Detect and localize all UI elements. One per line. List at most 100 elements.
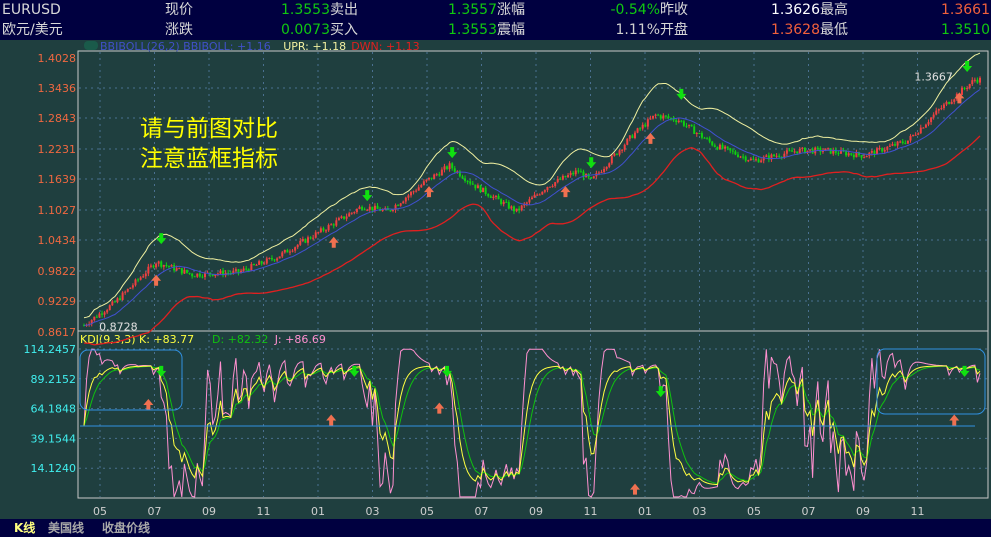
candle-body [108,305,111,311]
candle-body [703,137,706,139]
quote-value: 0.0073 [281,22,330,38]
candle-body [415,190,418,192]
quote-label: 最低 [820,22,848,38]
candle-body [973,79,976,81]
candle-body [791,150,794,152]
candle-body [368,206,371,210]
kdj-legend-1: D: +82.32 [212,333,268,346]
candle-body [917,133,920,135]
candle-body [559,178,562,180]
kdj-ytick: 39.1544 [31,432,77,445]
kdj-ytick: 114.2457 [24,343,77,356]
candle-body [433,174,436,179]
candle-body [615,153,618,155]
candle-body [327,225,330,231]
candle-body [708,138,711,142]
candle-body [876,148,879,155]
candle-body [129,287,132,289]
candle-body [899,141,902,143]
quote-label: 买入 [330,22,358,38]
xtick-09: 09 [856,505,870,518]
tab-kline[interactable]: K线 [14,520,35,536]
quote-value: 1.3626 [771,2,820,18]
candle-body [350,212,353,214]
quote-value: 1.3553 [448,22,497,38]
candle-body [966,88,969,90]
candle-body [422,181,425,186]
candle-body [95,316,98,318]
candle-body [270,257,273,260]
candle-body [894,144,897,146]
xtick-01: 01 [311,505,325,518]
candle-body [319,228,322,233]
candle-body [948,101,951,104]
kdj-buy-arrow-icon [434,402,445,414]
tab-close-line[interactable]: 收盘价线 [102,520,150,536]
quote-value: 1.3557 [448,2,497,18]
candle-body [371,206,374,211]
buy-arrow-icon [424,186,435,198]
candle-body [680,120,683,122]
candle-body [198,273,201,277]
annotation-line-2: 注意蓝框指标 [140,146,278,172]
candle-body [201,276,204,278]
candle-body [160,261,163,267]
chart-area[interactable]: BBIBOLL(26,2) BBIBOLL: +1.16 UPR: +1.18 DW… [0,40,991,519]
candle-body [932,114,935,118]
candle-body [276,258,279,261]
candle-body [167,265,170,267]
xtick-05: 05 [93,505,107,518]
candle-body [440,169,443,176]
candle-body [448,163,451,170]
tab-us-line[interactable]: 美国线 [48,520,84,536]
candle-body [626,138,629,145]
candle-body [652,115,655,119]
kdj-sell-arrow-icon [655,386,666,398]
candle-body [149,265,152,267]
candle-body [590,177,593,179]
candle-body [662,115,665,119]
candle-body [610,155,613,164]
candle-body [724,146,727,149]
candle-body [294,247,297,251]
quote-value: 1.11% [615,22,660,38]
candle-body [461,176,464,179]
bbiboll-upper-line [83,52,981,319]
candle-body [752,158,755,160]
candle-body [219,270,222,274]
candle-body [690,124,693,127]
candle-body [914,134,917,136]
candle-body [255,264,258,266]
candle-body [667,116,670,118]
candle-body [633,132,636,138]
candle-body [953,99,956,102]
price-ytick: 1.3436 [38,82,77,95]
candle-body [366,209,369,211]
candle-body [175,268,178,271]
candle-body [528,199,531,203]
candle-body [497,195,500,200]
candle-body [821,151,824,153]
candle-body [330,224,333,226]
candle-body [608,163,611,167]
candle-body [340,216,343,219]
quote-label: 开盘 [660,22,688,38]
price-extreme-label: 0.8728 [99,320,137,333]
candle-body [142,276,145,278]
candle-body [510,206,513,209]
price-extreme-label: 1.3667 [914,70,953,83]
candle-body [729,148,732,151]
candle-body [693,126,696,134]
candle-body [435,174,438,176]
candle-body [185,269,188,273]
candle-body [309,237,312,239]
candle-body [312,237,315,239]
candle-body [901,141,904,144]
candle-body [428,177,431,180]
candle-body [554,182,557,186]
price-ytick: 0.9229 [38,295,77,308]
candle-body [252,264,255,266]
candle-body [502,201,505,205]
candle-body [404,197,407,202]
candle-body [579,171,582,173]
